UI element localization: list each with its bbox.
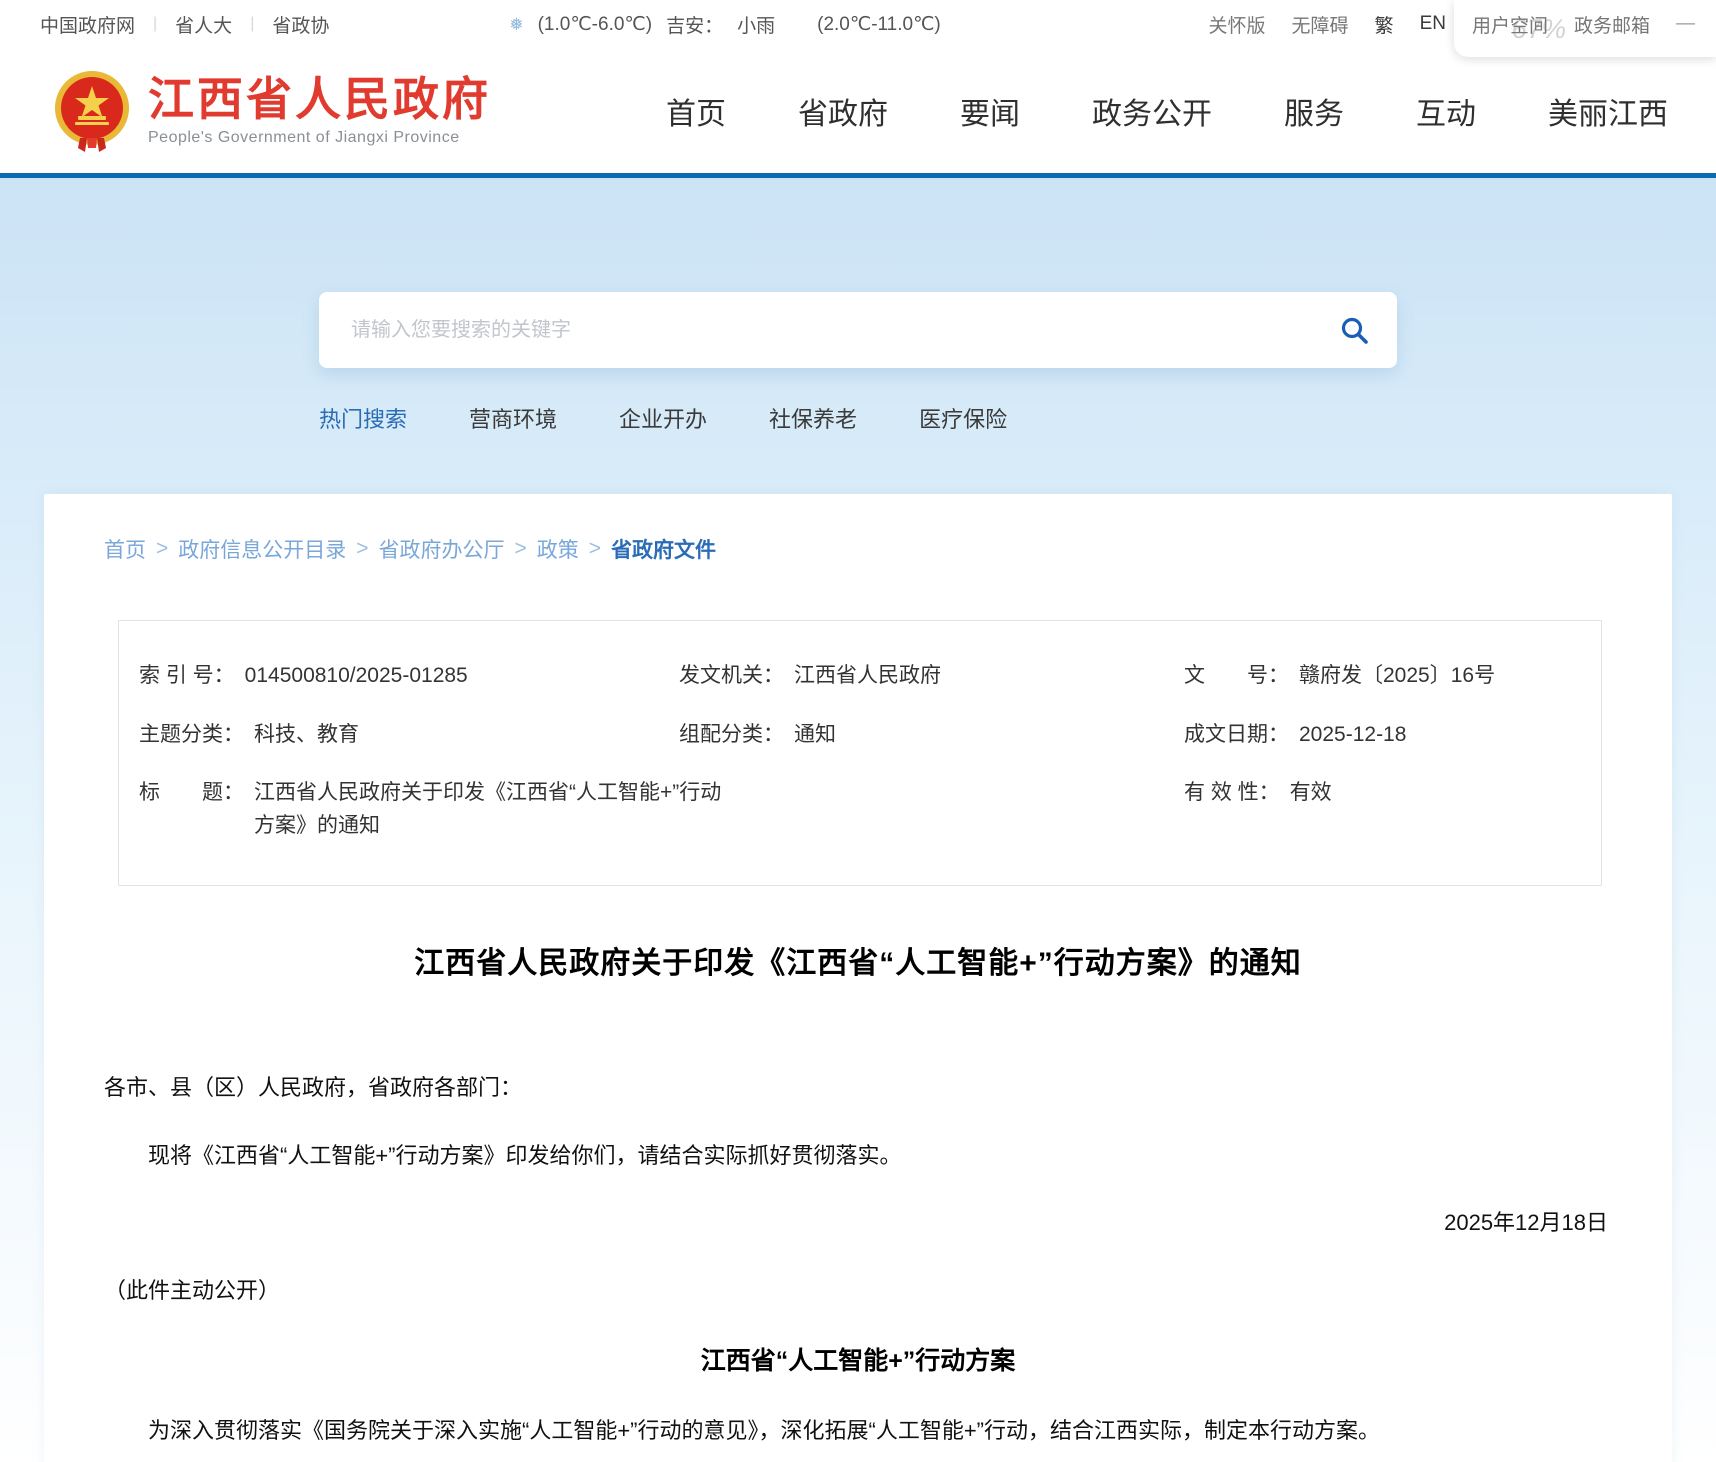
breadcrumb-separator: > <box>356 537 368 561</box>
hot-search-item-medical-insurance[interactable]: 医疗保险 <box>919 402 1007 434</box>
meta-index-label: 索 引 号： <box>139 660 235 693</box>
hot-search-item-company-setup[interactable]: 企业开办 <box>619 402 707 434</box>
meta-index-value: 014500810/2025-01285 <box>245 660 468 693</box>
meta-validity: 有 效 性： 有效 <box>1184 777 1581 842</box>
meta-topic-value: 科技、教育 <box>254 719 359 752</box>
site-title-en: People's Government of Jiangxi Province <box>148 129 491 147</box>
weather-temp-range-2: (2.0℃-11.0℃) <box>817 13 941 36</box>
topbar-right-links: 关怀版 无障碍 繁 EN 用户空间 政务邮箱 — <box>1209 11 1694 38</box>
site-title-block: 江西省人民政府 People's Government of Jiangxi P… <box>148 74 491 147</box>
site-search-box <box>319 292 1397 368</box>
meta-topic-label: 主题分类： <box>139 719 244 752</box>
meta-issuing-agency: 发文机关： 江西省人民政府 <box>679 660 1184 693</box>
topbar-link-english[interactable]: EN <box>1420 13 1446 35</box>
nav-gov-affairs[interactable]: 政务公开 <box>1092 89 1212 133</box>
main-nav: 首页 省政府 要闻 政务公开 服务 互动 美丽江西 <box>666 89 1668 133</box>
topbar-link-provincial-npc[interactable]: 省人大 <box>175 11 232 38</box>
topbar-separator: | <box>153 15 157 33</box>
meta-group-value: 通知 <box>794 719 836 752</box>
document-body: 各市、县（区）人民政府，省政府各部门： 现将《江西省“人工智能+”行动方案》印发… <box>104 1074 1612 1462</box>
nav-provincial-government[interactable]: 省政府 <box>798 89 888 133</box>
topbar-left-links: 中国政府网 | 省人大 | 省政协 <box>40 11 329 38</box>
topbar-link-gov-mail[interactable]: 政务邮箱 <box>1574 11 1650 38</box>
top-utility-bar: 中国政府网 | 省人大 | 省政协 ❅ (1.0℃-6.0℃) 吉安： 小雨 (… <box>0 0 1716 48</box>
meta-doc-number: 文 号： 赣府发〔2025〕16号 <box>1184 660 1581 693</box>
hot-search-item-business-env[interactable]: 营商环境 <box>469 402 557 434</box>
meta-title-label: 标 题： <box>139 777 244 810</box>
hot-search-label: 热门搜索 <box>319 402 407 434</box>
meta-group-category: 组配分类： 通知 <box>679 719 1184 752</box>
meta-row-2: 主题分类： 科技、教育 组配分类： 通知 成文日期： 2025-12-18 <box>139 706 1581 765</box>
nav-beautiful-jiangxi[interactable]: 美丽江西 <box>1548 89 1668 133</box>
document-metadata-box: 索 引 号： 014500810/2025-01285 发文机关： 江西省人民政… <box>118 620 1602 886</box>
search-button[interactable] <box>1311 292 1397 368</box>
nav-interaction[interactable]: 互动 <box>1416 89 1476 133</box>
document-paragraph-2: 为深入贯彻落实《国务院关于深入实施“人工智能+”行动的意见》，深化拓展“人工智能… <box>104 1417 1612 1445</box>
weather-condition: 小雨 <box>737 11 775 38</box>
weather-city: 吉安： <box>666 11 723 38</box>
meta-docnum-label: 文 号： <box>1184 660 1289 693</box>
weather-icon: ❅ <box>509 15 523 35</box>
nav-home[interactable]: 首页 <box>666 89 726 133</box>
meta-docnum-value: 赣府发〔2025〕16号 <box>1299 660 1495 693</box>
document-publicity-note: （此件主动公开） <box>104 1277 1612 1305</box>
topbar-link-gov-cn[interactable]: 中国政府网 <box>40 11 135 38</box>
topbar-separator: | <box>250 15 254 33</box>
search-icon <box>1339 315 1369 345</box>
document-paragraph-1: 现将《江西省“人工智能+”行动方案》印发给你们，请结合实际抓好贯彻落实。 <box>104 1142 1612 1170</box>
meta-title: 标 题： 江西省人民政府关于印发《江西省“人工智能+”行动方案》的通知 <box>139 777 1184 842</box>
breadcrumb-separator: > <box>589 537 601 561</box>
meta-date-value: 2025-12-18 <box>1299 719 1406 752</box>
topbar-link-traditional[interactable]: 繁 <box>1375 11 1394 38</box>
search-input[interactable] <box>319 292 1311 368</box>
topbar-link-user-space[interactable]: 用户空间 <box>1472 11 1548 38</box>
meta-issue-date: 成文日期： 2025-12-18 <box>1184 719 1581 752</box>
weather-temp-range-1: (1.0℃-6.0℃) <box>538 13 652 36</box>
meta-index-number: 索 引 号： 014500810/2025-01285 <box>139 660 679 693</box>
site-title: 江西省人民政府 <box>148 74 491 125</box>
weather-widget: ❅ (1.0℃-6.0℃) 吉安： 小雨 (2.0℃-11.0℃) <box>509 11 940 38</box>
document-title: 江西省人民政府关于印发《江西省“人工智能+”行动方案》的通知 <box>104 938 1612 982</box>
breadcrumb-policy[interactable]: 政策 <box>537 534 579 564</box>
meta-title-value: 江西省人民政府关于印发《江西省“人工智能+”行动方案》的通知 <box>254 777 724 842</box>
meta-valid-value: 有效 <box>1290 777 1332 810</box>
breadcrumb-current: 省政府文件 <box>611 534 716 564</box>
document-date: 2025年12月18日 <box>104 1209 1612 1237</box>
breadcrumb-separator: > <box>515 537 527 561</box>
hot-search-item-social-security[interactable]: 社保养老 <box>769 402 857 434</box>
breadcrumb-home[interactable]: 首页 <box>104 534 146 564</box>
nav-news[interactable]: 要闻 <box>960 89 1020 133</box>
page-background: 热门搜索 营商环境 企业开办 社保养老 医疗保险 首页 > 政府信息公开目录 >… <box>0 178 1716 1462</box>
meta-valid-label: 有 效 性： <box>1184 777 1280 810</box>
nav-services[interactable]: 服务 <box>1284 89 1344 133</box>
meta-topic-category: 主题分类： 科技、教育 <box>139 719 679 752</box>
meta-row-3: 标 题： 江西省人民政府关于印发《江西省“人工智能+”行动方案》的通知 有 效 … <box>139 764 1581 855</box>
meta-agency-value: 江西省人民政府 <box>794 660 941 693</box>
topbar-link-cppcc[interactable]: 省政协 <box>272 11 329 38</box>
hot-search-row: 热门搜索 营商环境 企业开办 社保养老 医疗保险 <box>319 402 1397 434</box>
national-emblem-icon <box>52 68 132 154</box>
meta-group-label: 组配分类： <box>679 719 784 752</box>
document-subtitle: 江西省“人工智能+”行动方案 <box>104 1346 1612 1377</box>
breadcrumb-separator: > <box>156 537 168 561</box>
site-header: 江西省人民政府 People's Government of Jiangxi P… <box>0 48 1716 173</box>
topbar-link-accessibility[interactable]: 无障碍 <box>1292 11 1349 38</box>
breadcrumb: 首页 > 政府信息公开目录 > 省政府办公厅 > 政策 > 省政府文件 <box>104 534 1612 564</box>
content-card: 首页 > 政府信息公开目录 > 省政府办公厅 > 政策 > 省政府文件 索 引 … <box>44 494 1672 1462</box>
breadcrumb-general-office[interactable]: 省政府办公厅 <box>379 534 505 564</box>
topbar-link-care-version[interactable]: 关怀版 <box>1209 11 1266 38</box>
breadcrumb-info-directory[interactable]: 政府信息公开目录 <box>178 534 346 564</box>
meta-agency-label: 发文机关： <box>679 660 784 693</box>
topbar-dash: — <box>1676 13 1694 35</box>
meta-row-1: 索 引 号： 014500810/2025-01285 发文机关： 江西省人民政… <box>139 647 1581 706</box>
site-logo[interactable]: 江西省人民政府 People's Government of Jiangxi P… <box>52 68 491 154</box>
document-salutation: 各市、县（区）人民政府，省政府各部门： <box>104 1074 1612 1102</box>
meta-date-label: 成文日期： <box>1184 719 1289 752</box>
